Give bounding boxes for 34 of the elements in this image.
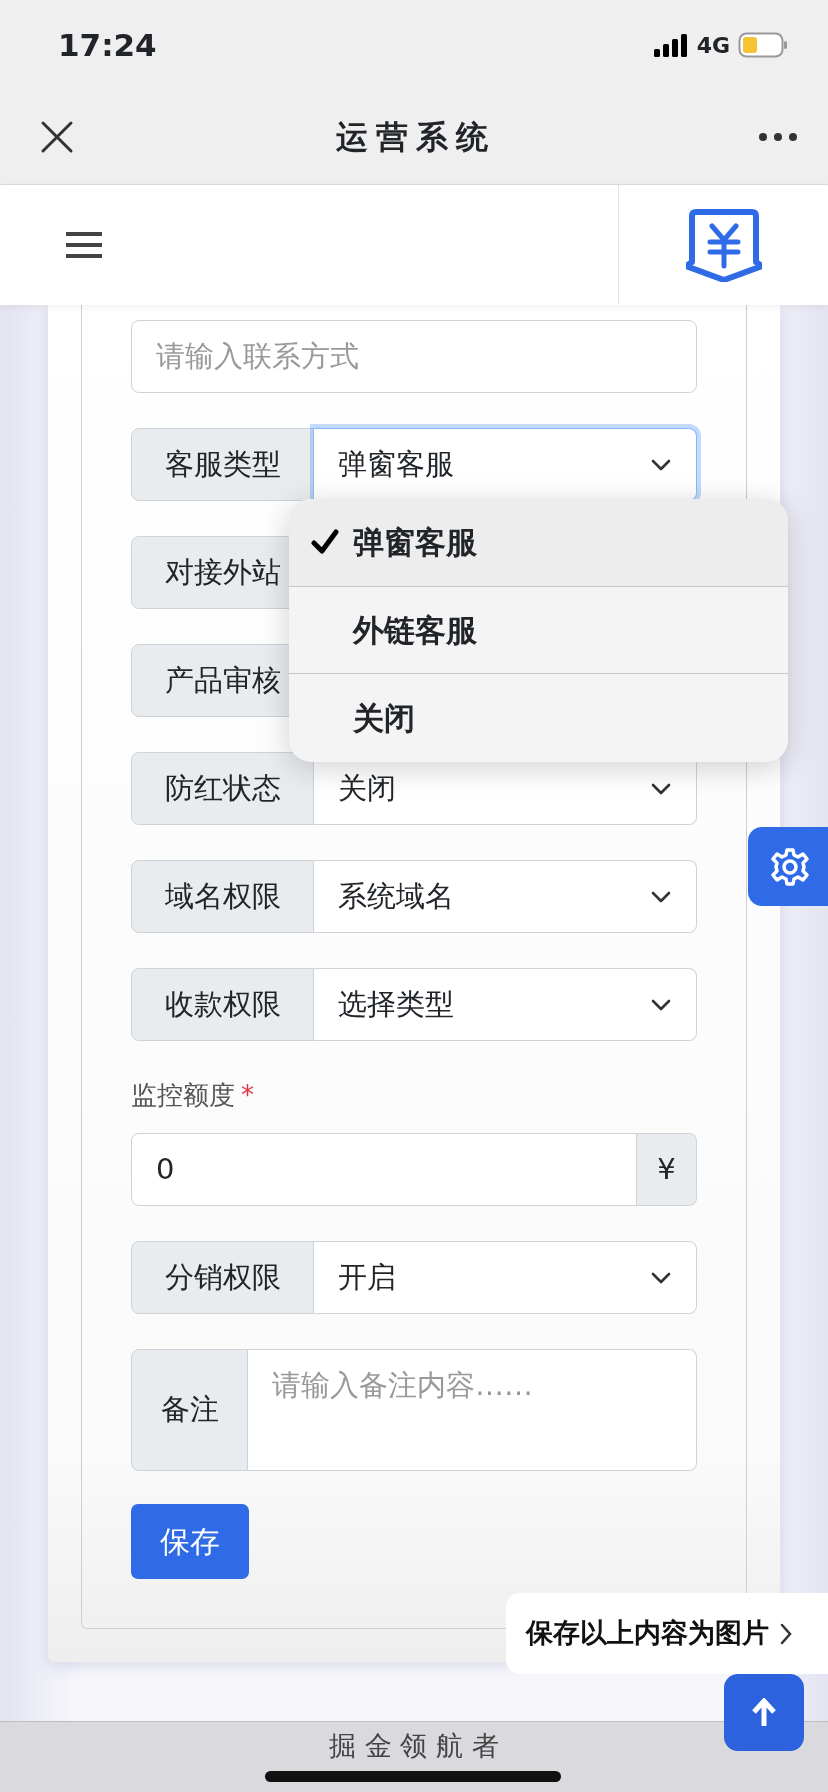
battery-icon: [738, 32, 788, 58]
field-label: 收款权限: [131, 968, 314, 1041]
window-title: 运营系统: [336, 117, 496, 158]
chevron-right-icon: [779, 1621, 793, 1646]
field-label: 域名权限: [131, 860, 314, 933]
check-icon: [311, 529, 339, 556]
settings-icon: [770, 846, 810, 887]
select-field[interactable]: 弹窗客服: [314, 428, 697, 501]
menu-icon[interactable]: [66, 231, 102, 259]
back-to-top-button[interactable]: [724, 1674, 804, 1751]
field-label: 防红状态: [131, 752, 314, 825]
field-label: 客服类型: [131, 428, 314, 501]
signal-icon: [652, 33, 689, 57]
select-field[interactable]: 开启: [314, 1241, 697, 1314]
footer-text: 掘 金 领 航 者: [329, 1732, 499, 1761]
yuan-shield-icon: [685, 208, 762, 282]
network-label: 4G: [696, 31, 730, 60]
save-button[interactable]: 保存: [131, 1504, 249, 1579]
more-icon[interactable]: [758, 132, 798, 142]
dropdown-option[interactable]: 弹窗客服: [289, 499, 788, 587]
currency-addon: ¥: [637, 1133, 697, 1206]
select-field[interactable]: 选择类型: [314, 968, 697, 1041]
amount-input-field[interactable]: 0: [131, 1133, 637, 1206]
arrow-up-icon: [751, 1697, 777, 1728]
status-time: 17:24: [58, 25, 157, 65]
dropdown-option[interactable]: 外链客服: [289, 586, 788, 675]
field-label: 分销权限: [131, 1241, 314, 1314]
save-image-button[interactable]: 保存以上内容为图片: [506, 1593, 828, 1674]
settings-button[interactable]: [748, 827, 828, 906]
field-label: 备注: [131, 1349, 248, 1471]
close-icon[interactable]: [40, 120, 74, 154]
select-field[interactable]: 系统域名: [314, 860, 697, 933]
field-label: 监控额度: [131, 1079, 235, 1112]
required-mark: *: [241, 1079, 254, 1112]
